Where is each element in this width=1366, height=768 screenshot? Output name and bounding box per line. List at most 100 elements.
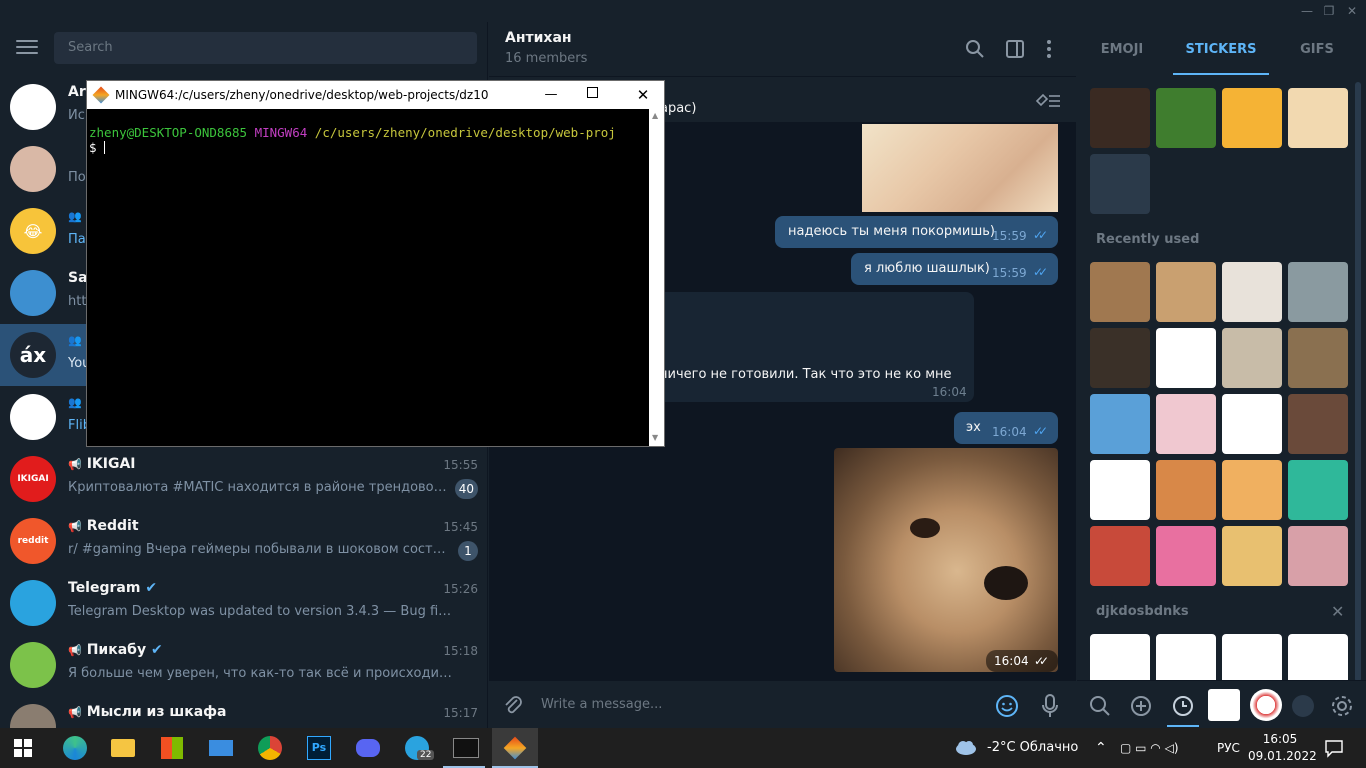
terminal-scrollbar[interactable]: ▲ ▼ (649, 109, 664, 446)
settings-icon[interactable] (1330, 694, 1354, 718)
chat-name-text: Мысли из шкафа (86, 704, 227, 720)
microphone-icon[interactable] (1041, 693, 1059, 719)
telegram-icon[interactable]: 22 (394, 728, 440, 768)
message-time: 16:04 (932, 385, 967, 399)
read-checks-icon: ✓✓ (1033, 265, 1048, 279)
chat-list-item[interactable]: reddit 📢 Reddit 15:45 r/ #gaming Вчера гейме… (0, 510, 487, 572)
chat-name: 📢 Reddit (68, 518, 139, 534)
chat-avatar: áx (10, 332, 56, 378)
minimize-button[interactable]: — (539, 81, 563, 109)
chat-name: Telegram ✔ (68, 580, 157, 596)
search-input[interactable]: Search (54, 32, 477, 64)
chat-title[interactable]: Антихан (505, 30, 572, 46)
chat-name: 👥 (68, 208, 87, 224)
terminal-icon[interactable] (443, 728, 489, 768)
add-sticker-icon[interactable] (1130, 695, 1152, 717)
terminal-window[interactable]: MINGW64:/c/users/zheny/onedrive/desktop/… (86, 80, 665, 447)
clock-time[interactable]: 16:05 (1256, 732, 1304, 746)
chat-preview: r/ #gaming Вчера геймеры побывали в шоко… (68, 542, 453, 557)
search-icon[interactable] (965, 39, 985, 59)
terminal-title: MINGW64:/c/users/zheny/onedrive/desktop/… (115, 88, 489, 102)
chat-list-item[interactable]: IKIGAI 📢 IKIGAI 15:55 Криптовалюта #MATIC на… (0, 448, 487, 510)
sticker-set-thumb[interactable] (1292, 695, 1314, 717)
chrome-icon[interactable] (247, 728, 293, 768)
channel-icon: 📢 (68, 458, 82, 471)
chat-name-text: IKIGAI (86, 456, 136, 472)
chat-list-item[interactable]: 📢 Мысли из шкафа 15:17 (0, 696, 487, 730)
scroll-down-icon[interactable]: ▼ (652, 433, 658, 442)
channel-icon: 📢 (68, 520, 82, 533)
more-options-icon[interactable] (1041, 39, 1057, 59)
emoji-icon[interactable] (995, 694, 1019, 718)
chat-name: 📢 IKIGAI (68, 456, 136, 472)
message-bubble[interactable]: эх 16:04 ✓✓ (954, 412, 1058, 444)
sidebar-toggle-icon[interactable] (1005, 39, 1025, 59)
edge-icon[interactable] (52, 728, 98, 768)
group-icon: 👥 (68, 396, 82, 409)
message-time: 15:59 (992, 266, 1027, 280)
pinned-list-icon[interactable] (1035, 91, 1061, 109)
file-explorer-icon[interactable] (100, 728, 146, 768)
sticker-set-thumb[interactable] (1250, 689, 1282, 721)
composer: Write a message... (489, 680, 1076, 730)
discord-icon[interactable] (345, 728, 391, 768)
chat-preview: Криптовалюта #MATIC находится в районе т… (68, 480, 453, 495)
photoshop-icon[interactable]: Ps (296, 728, 342, 768)
prompt-user: zheny@DESKTOP-OND8685 (89, 125, 248, 140)
terminal-titlebar[interactable]: MINGW64:/c/users/zheny/onedrive/desktop/… (87, 81, 664, 109)
chat-name: Ar (68, 84, 86, 100)
chat-list-item[interactable]: Telegram ✔ 15:26 Telegram Desktop was upda… (0, 572, 487, 634)
read-checks-icon: ✓✓ (1034, 654, 1049, 668)
chat-avatar (10, 704, 56, 730)
message-bubble-incoming[interactable]: ничего не готовили. Так что это не ко мн… (649, 292, 974, 402)
chat-list-item[interactable]: 📢 Пикабу ✔ 15:18 Я больше чем уверен, что к… (0, 634, 487, 696)
read-checks-icon: ✓✓ (1033, 424, 1048, 438)
message-bubble[interactable]: я люблю шашлык) 15:59 ✓✓ (851, 253, 1058, 285)
chat-avatar: reddit (10, 518, 56, 564)
message-input[interactable]: Write a message... (541, 697, 662, 712)
cloud-icon[interactable] (954, 738, 978, 756)
tray-expand-icon[interactable]: ⌃ (1095, 728, 1107, 768)
prompt-path: /c/users/zheny/onedrive/desktop/web-proj (314, 125, 616, 140)
chat-name-text: Пикабу (86, 642, 147, 658)
start-button[interactable] (0, 728, 46, 768)
dog-image-message[interactable]: 16:04 ✓✓ (834, 448, 1058, 672)
message-text: ничего не готовили. Так что это не ко мн… (659, 367, 952, 382)
dog-eye (910, 518, 940, 538)
verified-icon: ✔ (140, 580, 158, 596)
attach-icon[interactable] (503, 695, 523, 717)
prompt-input-line: $ (89, 140, 649, 155)
unread-badge: 1 (458, 541, 478, 561)
chat-avatar (10, 270, 56, 316)
recent-clock-icon[interactable] (1172, 695, 1194, 717)
prompt-line: zheny@DESKTOP-OND8685 MINGW64 /c/users/z… (89, 125, 649, 140)
window-titlebar: — ❐ ✕ (0, 0, 1366, 22)
image-message[interactable] (862, 124, 1058, 212)
maximize-button[interactable] (587, 87, 598, 98)
message-bubble[interactable]: надеюсь ты меня покормишь) 15:59 ✓✓ (775, 216, 1058, 248)
language-indicator[interactable]: РУС (1217, 728, 1240, 768)
chat-time: 15:55 (443, 458, 478, 472)
prompt-symbol: $ (89, 140, 97, 155)
tray-icons[interactable]: ▢ ▭ ◠ ◁) (1120, 728, 1179, 768)
taskbar: Ps 22 -2°C Облачно ⌃ ▢ ▭ ◠ ◁) РУС 16:05 … (0, 728, 1366, 768)
sticker-set-thumb[interactable] (1208, 689, 1240, 721)
scroll-up-icon[interactable]: ▲ (652, 111, 658, 120)
close-button[interactable]: ✕ (631, 81, 655, 109)
message-time: 15:59 (992, 229, 1027, 243)
search-icon[interactable] (1089, 695, 1111, 717)
close-button[interactable]: ✕ (1338, 0, 1366, 22)
git-bash-taskbar-icon[interactable] (492, 728, 538, 768)
notifications-icon[interactable] (1324, 738, 1344, 758)
mail-icon[interactable] (198, 728, 244, 768)
weather-text[interactable]: -2°C Облачно (987, 728, 1078, 768)
menu-icon[interactable] (16, 40, 38, 56)
unread-badge: 40 (454, 479, 478, 499)
clock-date[interactable]: 09.01.2022 (1248, 749, 1317, 763)
chat-name-text: Reddit (86, 518, 139, 534)
message-text: надеюсь ты меня покормишь) (788, 224, 995, 239)
chat-avatar (10, 146, 56, 192)
store-icon[interactable] (149, 728, 195, 768)
terminal-output[interactable]: zheny@DESKTOP-OND8685 MINGW64 /c/users/z… (87, 109, 649, 446)
chat-name: 📢 Пикабу ✔ (68, 642, 163, 658)
